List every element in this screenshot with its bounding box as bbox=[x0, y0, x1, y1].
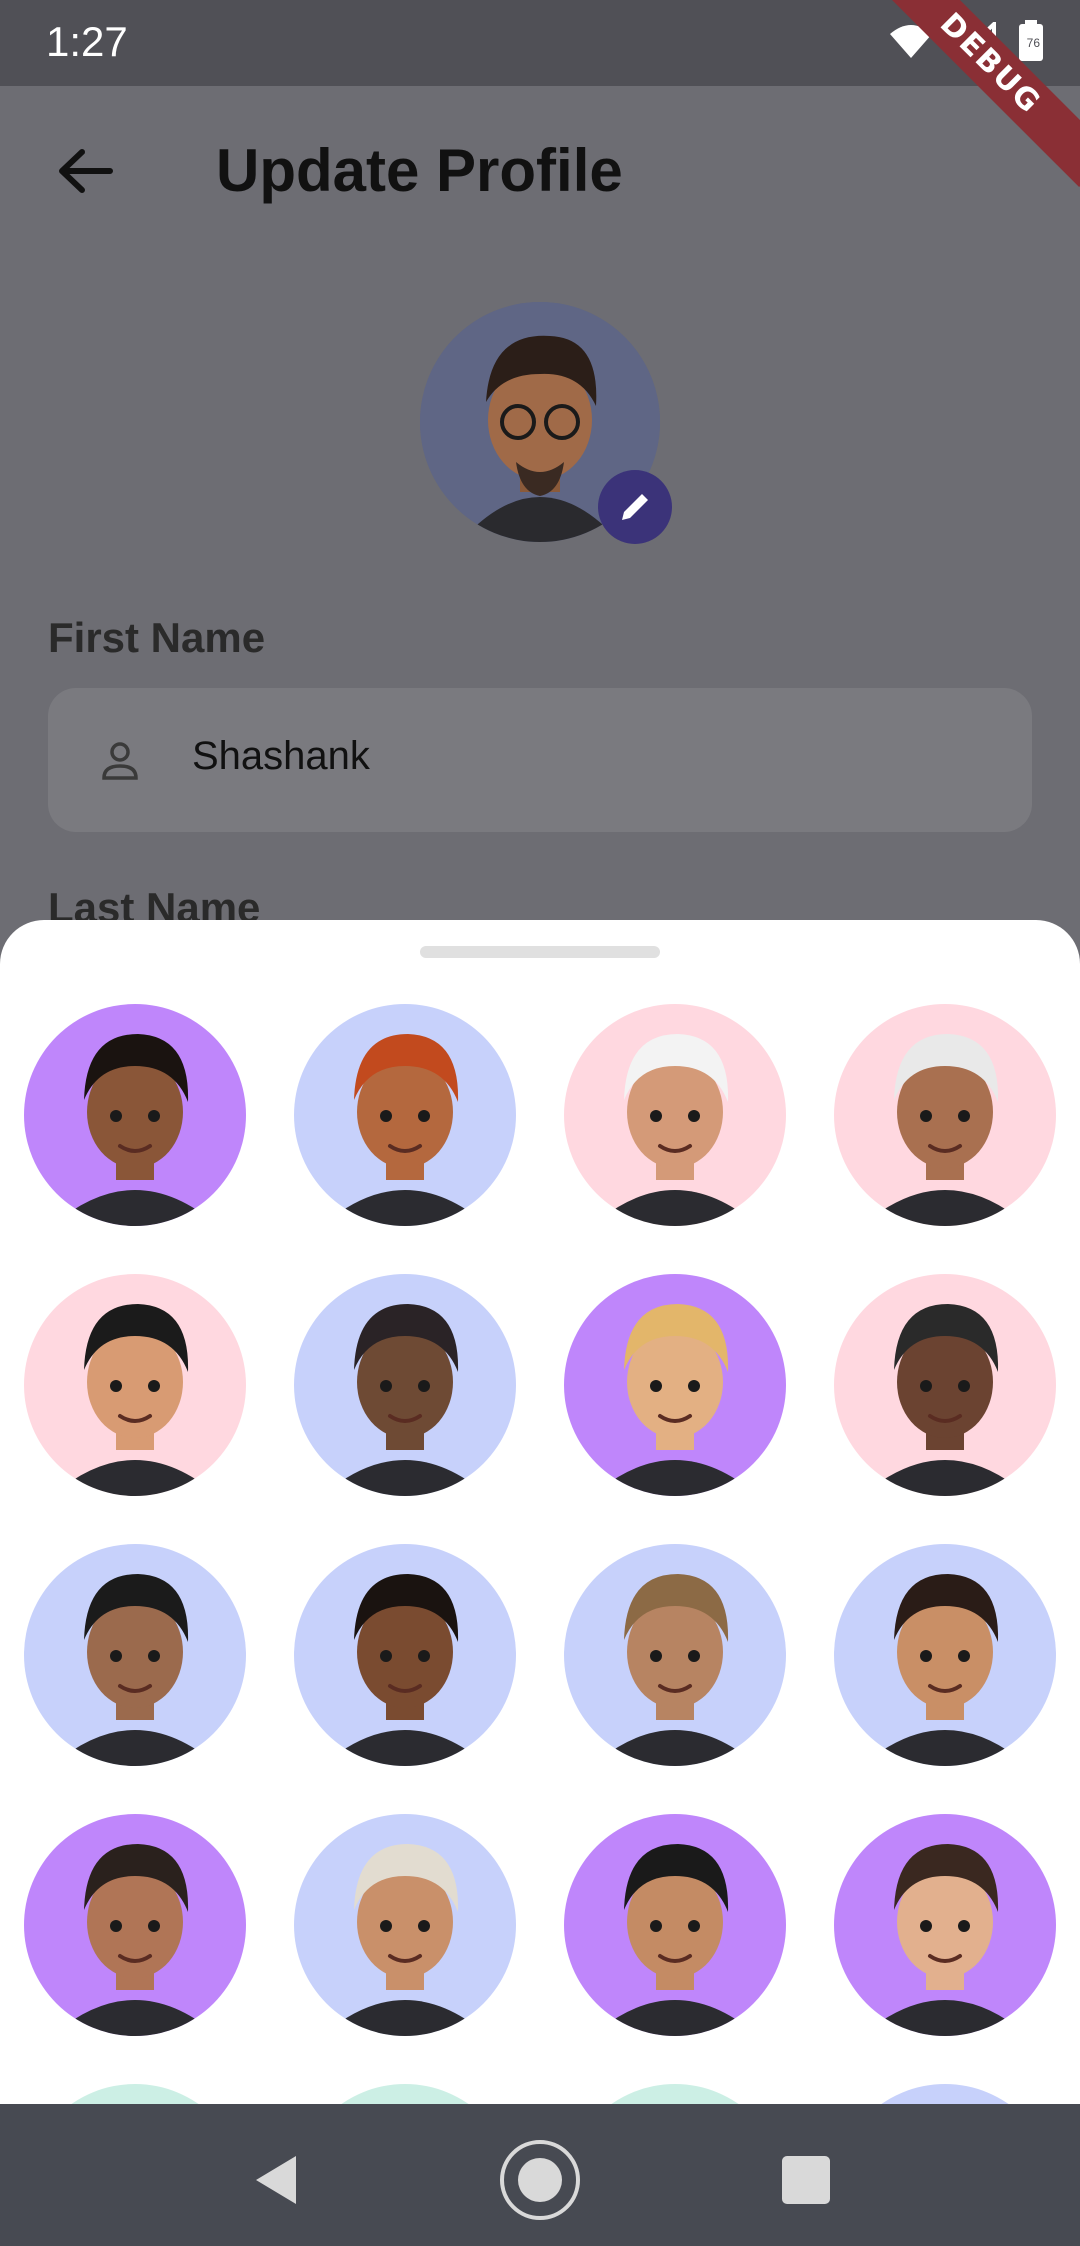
avatar-option[interactable] bbox=[564, 2084, 786, 2104]
avatar-option[interactable] bbox=[24, 1544, 246, 1766]
avatar-option[interactable] bbox=[834, 1814, 1056, 2036]
avatar-image bbox=[564, 1004, 786, 1226]
avatar-picker-sheet bbox=[0, 920, 1080, 2104]
navigation-bar bbox=[0, 2104, 1080, 2246]
pencil-icon bbox=[622, 494, 648, 520]
avatar-option[interactable] bbox=[564, 1274, 786, 1496]
avatar-image bbox=[294, 1004, 516, 1226]
avatar-option[interactable] bbox=[24, 1004, 246, 1226]
avatar-image bbox=[564, 1814, 786, 2036]
avatar-image bbox=[24, 1544, 246, 1766]
avatar-image bbox=[24, 1274, 246, 1496]
first-name-field[interactable]: Shashank bbox=[48, 688, 1032, 832]
person-icon bbox=[102, 742, 138, 780]
sheet-drag-handle[interactable] bbox=[420, 946, 660, 958]
first-name-label: First Name bbox=[48, 614, 266, 661]
avatar-image bbox=[834, 1544, 1056, 1766]
avatar-option[interactable] bbox=[564, 1814, 786, 2036]
first-name-value: Shashank bbox=[192, 734, 370, 778]
avatar-image bbox=[24, 2084, 246, 2104]
avatar-option[interactable] bbox=[294, 1814, 516, 2036]
avatar-option[interactable] bbox=[834, 1544, 1056, 1766]
avatar-image bbox=[24, 1814, 246, 2036]
avatar-image bbox=[834, 2084, 1056, 2104]
avatar-option[interactable] bbox=[294, 1004, 516, 1226]
status-bar: 1:27 76 DEBUG bbox=[0, 0, 1080, 188]
avatar-image bbox=[834, 1274, 1056, 1496]
avatar-option[interactable] bbox=[294, 1274, 516, 1496]
avatar-image bbox=[294, 1274, 516, 1496]
page-title: Update Profile bbox=[216, 137, 623, 204]
avatar-image bbox=[294, 2084, 516, 2104]
avatar-option[interactable] bbox=[564, 1544, 786, 1766]
avatar-image bbox=[564, 1274, 786, 1496]
avatar-option[interactable] bbox=[294, 2084, 516, 2104]
arrow-left-icon[interactable] bbox=[50, 136, 120, 206]
avatar-option[interactable] bbox=[24, 1814, 246, 2036]
avatar-image bbox=[564, 2084, 786, 2104]
avatar-option[interactable] bbox=[24, 2084, 246, 2104]
status-time: 1:27 bbox=[46, 18, 128, 65]
avatar-image bbox=[834, 1814, 1056, 2036]
battery-level: 76 bbox=[1026, 36, 1040, 50]
avatar-image bbox=[834, 1004, 1056, 1226]
square-recents-icon[interactable] bbox=[766, 2140, 846, 2220]
avatar-image bbox=[294, 1814, 516, 2036]
edit-avatar-button[interactable] bbox=[598, 470, 672, 544]
avatar-option[interactable] bbox=[564, 1004, 786, 1226]
app-bar: Update Profile bbox=[0, 86, 1080, 256]
avatar-option[interactable] bbox=[834, 1274, 1056, 1496]
avatar-image bbox=[564, 1544, 786, 1766]
avatar-image bbox=[24, 1004, 246, 1226]
avatar-option[interactable] bbox=[294, 1544, 516, 1766]
avatar-option[interactable] bbox=[834, 1004, 1056, 1226]
avatar-image bbox=[294, 1544, 516, 1766]
avatar-option[interactable] bbox=[24, 1274, 246, 1496]
avatar-option[interactable] bbox=[834, 2084, 1056, 2104]
triangle-back-icon[interactable] bbox=[236, 2140, 316, 2220]
circle-home-icon[interactable] bbox=[500, 2140, 580, 2220]
